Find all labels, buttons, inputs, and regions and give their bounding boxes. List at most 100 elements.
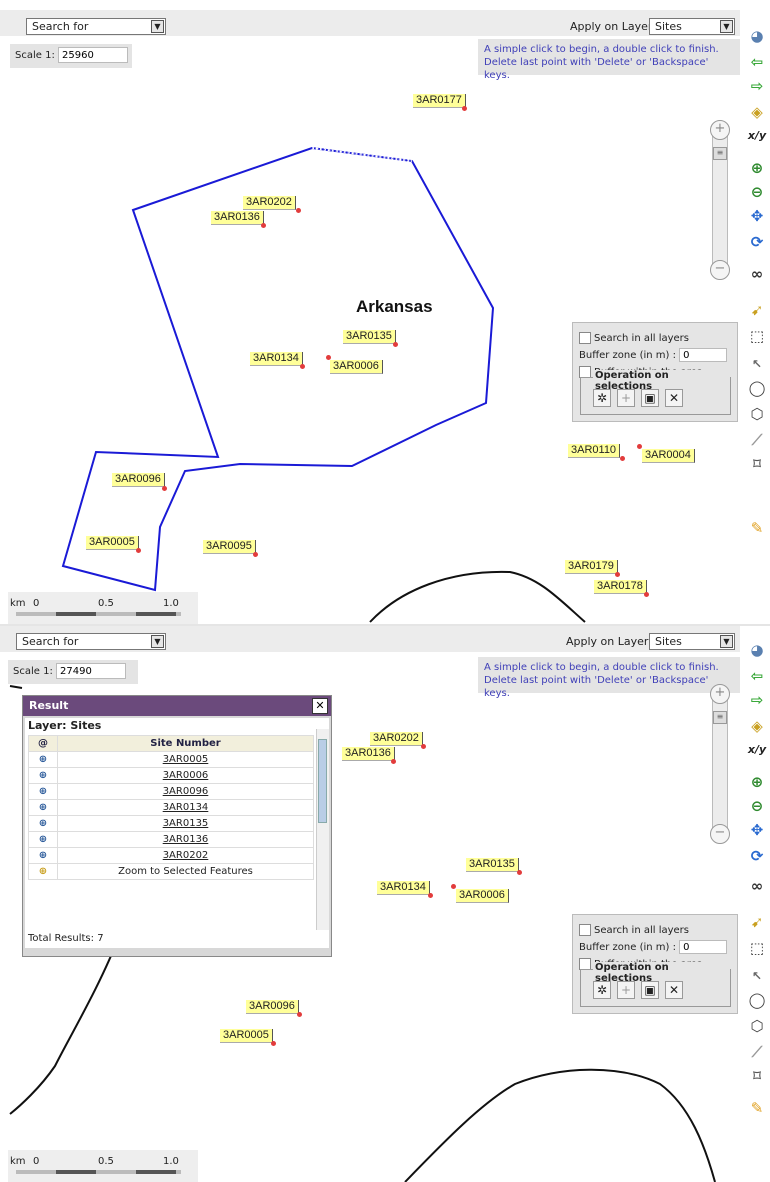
table-row[interactable]: ⊕ 3AR0135 <box>28 815 314 832</box>
select-rectangle-icon[interactable]: ⬚ <box>747 938 767 958</box>
close-icon[interactable]: ✕ <box>312 698 328 714</box>
site-point[interactable] <box>253 552 258 557</box>
search-all-checkbox[interactable] <box>579 332 591 344</box>
table-row[interactable]: ⊕ 3AR0006 <box>28 767 314 784</box>
result-titlebar[interactable]: Result ✕ <box>23 696 331 716</box>
zoom-to-feature-icon[interactable]: ⊕ <box>28 847 58 864</box>
draw-icon[interactable]: ✎ <box>747 1098 767 1118</box>
site-label[interactable]: 3AR0177 <box>413 94 466 108</box>
site-point[interactable] <box>136 548 141 553</box>
site-label[interactable]: 3AR0202 <box>370 732 423 746</box>
zoom-to-feature-icon[interactable]: ⊕ <box>28 831 58 848</box>
table-row[interactable]: ⊕ 3AR0096 <box>28 783 314 800</box>
map-panel-bottom[interactable]: Search for ▼ Apply on Layer Sites ▼ Scal… <box>0 626 770 1182</box>
search-for-select[interactable]: Search for ▼ <box>16 633 166 650</box>
site-point[interactable] <box>261 223 266 228</box>
map-icon[interactable]: ◕ <box>747 26 767 46</box>
pan-icon[interactable]: ✥ <box>747 820 767 840</box>
site-label[interactable]: 3AR0135 <box>343 330 396 344</box>
site-label[interactable]: 3AR0006 <box>330 360 383 374</box>
add-selection-icon[interactable]: + <box>617 981 635 999</box>
site-label[interactable]: 3AR0179 <box>565 560 618 574</box>
add-selection-icon[interactable]: + <box>617 389 635 407</box>
refresh-icon[interactable]: ⟳ <box>747 232 767 252</box>
site-label[interactable]: 3AR0135 <box>466 858 519 872</box>
zoom-slider-plus-icon[interactable]: + <box>710 684 730 704</box>
binoculars-icon[interactable]: ∞ <box>747 876 767 896</box>
zoom-selected-icon[interactable]: ⊕ <box>28 863 58 880</box>
site-label[interactable]: 3AR0202 <box>243 196 296 210</box>
zoom-slider-handle[interactable]: ≡ <box>713 147 727 160</box>
zoom-slider[interactable]: + ≡ − <box>707 678 731 844</box>
site-link[interactable]: 3AR0135 <box>57 815 314 832</box>
forward-arrow-icon[interactable]: ⇨ <box>747 76 767 96</box>
scale-input[interactable] <box>58 47 129 63</box>
zoom-slider-minus-icon[interactable]: − <box>710 260 730 280</box>
site-label[interactable]: 3AR0005 <box>86 536 139 550</box>
site-point[interactable] <box>393 342 398 347</box>
zoom-in-icon[interactable]: ⊕ <box>747 158 767 178</box>
intersect-selection-icon[interactable]: ▣ <box>641 981 659 999</box>
identify-icon[interactable]: ◈ <box>747 716 767 736</box>
site-label[interactable]: 3AR0136 <box>342 747 395 761</box>
buffer-input[interactable] <box>679 940 728 954</box>
site-label[interactable]: 3AR0110 <box>568 444 621 458</box>
site-link[interactable]: 3AR0005 <box>57 751 314 768</box>
search-all-checkbox[interactable] <box>579 924 591 936</box>
zoom-to-feature-icon[interactable]: ⊕ <box>28 799 58 816</box>
select-polygon-icon[interactable]: ⬡ <box>747 1016 767 1036</box>
draw-icon[interactable]: ✎ <box>747 518 767 538</box>
measure-icon[interactable]: ⟋ <box>747 1042 767 1062</box>
edit-icon[interactable]: ⌑ <box>747 454 767 474</box>
site-point[interactable] <box>421 744 426 749</box>
zoom-slider-track[interactable] <box>712 686 728 838</box>
site-point[interactable] <box>428 893 433 898</box>
site-point[interactable] <box>644 592 649 597</box>
site-link[interactable]: 3AR0006 <box>57 767 314 784</box>
site-point[interactable] <box>391 759 396 764</box>
zoom-slider-minus-icon[interactable]: − <box>710 824 730 844</box>
zoom-slider-handle[interactable]: ≡ <box>713 711 727 724</box>
site-point[interactable] <box>615 572 620 577</box>
map-icon[interactable]: ◕ <box>747 640 767 660</box>
result-scrollbar[interactable] <box>316 729 329 930</box>
site-point[interactable] <box>300 364 305 369</box>
zoom-slider-plus-icon[interactable]: + <box>710 120 730 140</box>
search-for-select[interactable]: Search for ▼ <box>26 18 166 35</box>
site-label[interactable]: 3AR0006 <box>456 889 509 903</box>
site-link[interactable]: 3AR0096 <box>57 783 314 800</box>
zoom-to-feature-icon[interactable]: ⊕ <box>28 751 58 768</box>
table-row[interactable]: ⊕ 3AR0005 <box>28 751 314 768</box>
map-panel-top[interactable]: Search for ▼ Apply on Layer Sites ▼ Scal… <box>0 0 770 624</box>
zoom-to-feature-icon[interactable]: ⊕ <box>28 767 58 784</box>
site-label[interactable]: 3AR0136 <box>211 211 264 225</box>
xy-icon[interactable]: x/y <box>747 126 767 146</box>
site-point[interactable] <box>517 870 522 875</box>
zoom-to-feature-icon[interactable]: ⊕ <box>28 815 58 832</box>
select-circle-icon[interactable]: ◯ <box>747 378 767 398</box>
site-point[interactable] <box>271 1041 276 1046</box>
site-link[interactable]: 3AR0202 <box>57 847 314 864</box>
edit-icon[interactable]: ⌑ <box>747 1066 767 1086</box>
select-arrow-icon[interactable]: ↖ <box>747 354 767 374</box>
site-label[interactable]: 3AR0096 <box>112 473 165 487</box>
buffer-input[interactable] <box>679 348 728 362</box>
zoom-to-feature-icon[interactable]: ⊕ <box>28 783 58 800</box>
new-selection-icon[interactable]: ✲ <box>593 981 611 999</box>
zoom-all-row[interactable]: ⊕ Zoom to Selected Features <box>28 863 314 880</box>
zoom-out-icon[interactable]: ⊖ <box>747 182 767 202</box>
select-arrow-icon[interactable]: ↖ <box>747 966 767 986</box>
binoculars-icon[interactable]: ∞ <box>747 264 767 284</box>
zoom-slider[interactable]: + ≡ − <box>707 114 731 280</box>
site-point[interactable] <box>162 486 167 491</box>
back-arrow-icon[interactable]: ⇦ <box>747 666 767 686</box>
select-point-icon[interactable]: ➹ <box>747 300 767 320</box>
table-row[interactable]: ⊕ 3AR0136 <box>28 831 314 848</box>
forward-arrow-icon[interactable]: ⇨ <box>747 690 767 710</box>
site-label[interactable]: 3AR0134 <box>250 352 303 366</box>
site-label[interactable]: 3AR0005 <box>220 1029 273 1043</box>
site-point[interactable] <box>462 106 467 111</box>
search-all-row[interactable]: Search in all layers <box>579 332 689 344</box>
intersect-selection-icon[interactable]: ▣ <box>641 389 659 407</box>
site-link[interactable]: 3AR0136 <box>57 831 314 848</box>
